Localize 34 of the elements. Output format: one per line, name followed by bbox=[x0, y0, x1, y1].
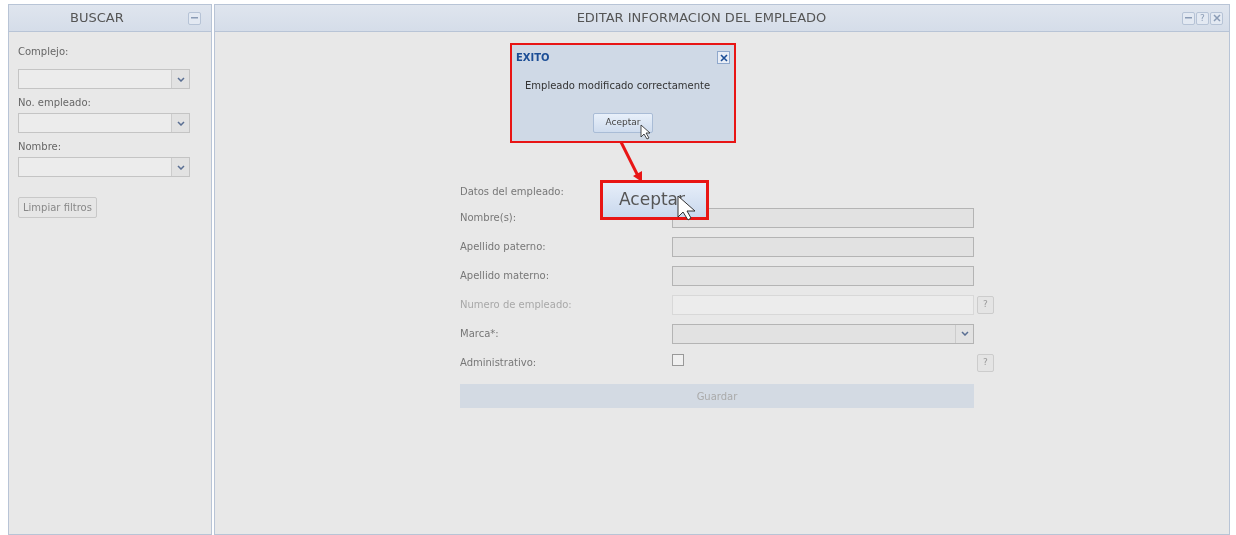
save-button: Guardar bbox=[460, 384, 974, 408]
panel-title: EDITAR INFORMACION DEL EMPLEADO bbox=[575, 9, 828, 28]
clear-filters-button[interactable]: Limpiar filtros bbox=[18, 197, 97, 218]
filter-label: No. empleado: bbox=[18, 96, 91, 110]
minimize-icon bbox=[1185, 17, 1192, 19]
cursor-icon bbox=[640, 124, 651, 140]
close-button[interactable] bbox=[717, 51, 730, 64]
accept-button[interactable]: Aceptar bbox=[592, 113, 654, 133]
field-label: Marca*: bbox=[460, 328, 499, 339]
input-field[interactable] bbox=[672, 265, 974, 286]
zoomed-accept-button[interactable]: Aceptar bbox=[600, 180, 709, 220]
input-field[interactable] bbox=[672, 207, 974, 228]
help-button[interactable]: ? bbox=[1196, 11, 1209, 25]
field-label: Administrativo: bbox=[460, 357, 537, 368]
select-field[interactable] bbox=[18, 157, 190, 177]
select-field[interactable] bbox=[18, 69, 190, 89]
filter-label: Nombre: bbox=[18, 140, 62, 154]
filter-label: Complejo: bbox=[18, 45, 69, 59]
input-field[interactable] bbox=[672, 236, 974, 257]
section-label: Datos del empleado: bbox=[460, 185, 564, 199]
field-label: Apellido paterno: bbox=[460, 241, 546, 252]
checkbox[interactable] bbox=[672, 353, 684, 366]
minimize-icon bbox=[191, 17, 198, 19]
select-field[interactable] bbox=[18, 113, 190, 133]
field-label: Nombre(s): bbox=[460, 212, 517, 223]
field-label: Numero de empleado: bbox=[460, 299, 572, 310]
field-label: Apellido materno: bbox=[460, 270, 550, 281]
panel-title: BUSCAR bbox=[70, 9, 124, 28]
dialog-title: EXITO bbox=[516, 51, 550, 65]
select-field[interactable] bbox=[672, 323, 974, 344]
help-button[interactable]: ? bbox=[977, 353, 994, 372]
collapse-button[interactable] bbox=[188, 11, 201, 25]
dialog-message: Empleado modificado correctamente bbox=[525, 79, 711, 93]
minimize-button[interactable] bbox=[1182, 11, 1195, 25]
